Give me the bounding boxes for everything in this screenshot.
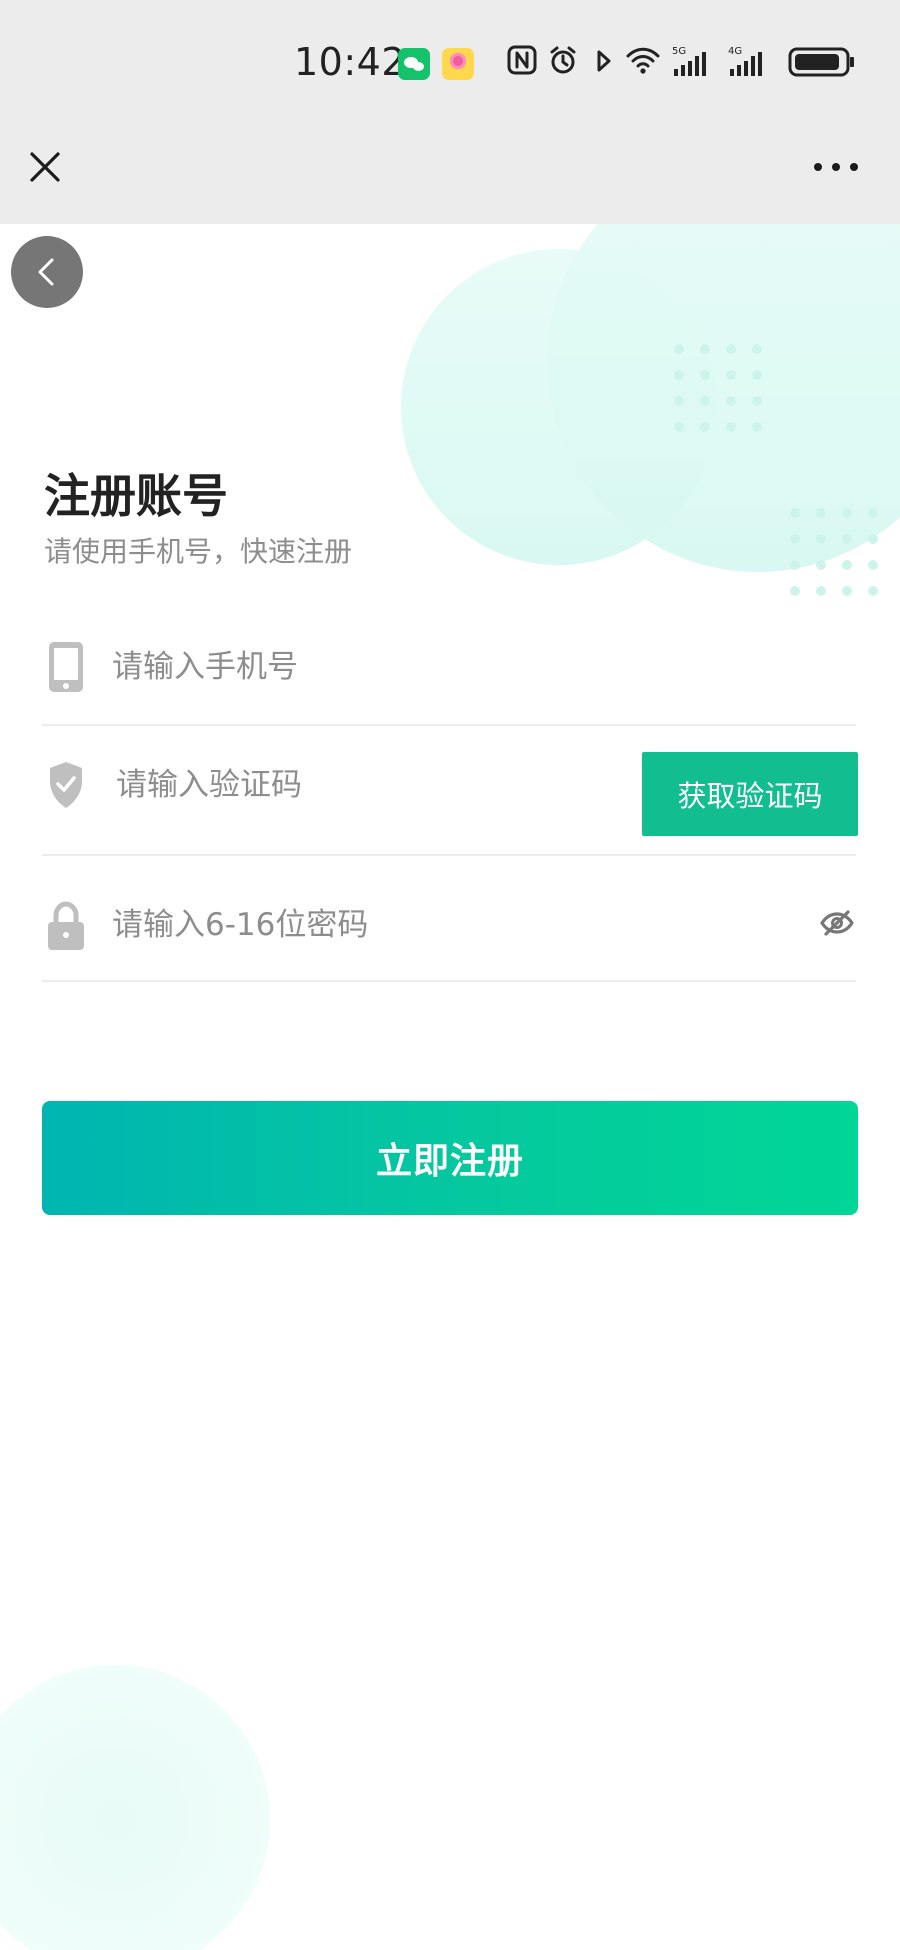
back-button[interactable] [11,236,83,308]
register-submit-button[interactable]: 立即注册 [42,1101,858,1215]
alarm-icon [550,46,576,74]
svg-text:5G: 5G [672,46,686,57]
close-icon[interactable] [26,148,64,186]
background-dot-grid [674,344,762,432]
get-code-button[interactable]: 获取验证码 [642,752,858,836]
phone-input[interactable] [112,642,542,692]
background-circle [0,1665,270,1950]
shield-check-icon [50,762,82,808]
status-icons: 5G 4G [506,44,856,84]
flower-app-icon [442,48,474,80]
eye-off-icon[interactable] [818,904,856,942]
password-input[interactable] [112,900,672,950]
lock-icon [48,901,84,950]
verification-code-row: 获取验证码 [42,752,858,856]
verification-code-input[interactable] [116,760,456,810]
status-time: 10:42 [294,40,407,84]
background-dot-grid [790,508,878,596]
battery-icon [788,47,854,77]
phone-field-row [42,640,856,726]
nfc-icon [507,45,537,75]
more-icon[interactable] [812,155,860,179]
signal-5g-icon: 5G [672,46,706,76]
password-field-row [42,880,856,982]
register-page: 10:42 5G 4G 注册账号 请使用手机号，快速注册 请输入手机号 请输入验… [0,0,900,1950]
bluetooth-icon [597,50,611,72]
signal-4g-icon: 4G [728,46,762,76]
status-bar: 10:42 5G 4G [0,0,900,126]
phone-icon [49,642,83,692]
back-arrow-icon [38,258,54,286]
top-navigation-bar [0,126,900,224]
page-title: 注册账号 [44,469,228,523]
page-subtitle: 请使用手机号，快速注册 [44,535,353,568]
wifi-icon [626,47,660,74]
wechat-icon [398,48,430,80]
svg-text:4G: 4G [728,46,742,57]
